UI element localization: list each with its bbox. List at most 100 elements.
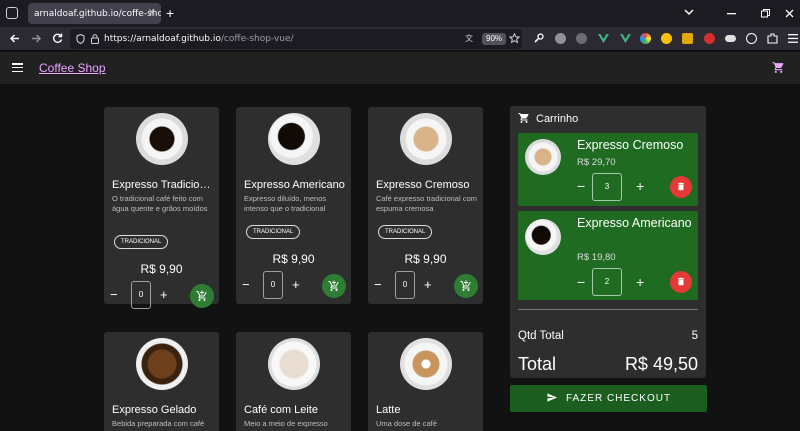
extension-icon-2[interactable]: [576, 33, 587, 44]
increase-button[interactable]: +: [636, 274, 644, 290]
total-quantity-value: 5: [691, 330, 698, 342]
coffee-cup-icon: [525, 219, 561, 255]
decrease-button[interactable]: −: [577, 274, 585, 290]
product-tag: TRADICIONAL: [378, 225, 433, 239]
cart-icon: [518, 113, 529, 123]
product-card: Latte Uma dose de café: [368, 332, 483, 431]
url-text: https://arnaldoaf.github.io/coffe-shop-v…: [104, 34, 294, 44]
menu-icon[interactable]: [788, 34, 798, 43]
lock-icon[interactable]: [91, 34, 99, 44]
translate-icon[interactable]: 文: [465, 33, 476, 44]
coffee-cup-icon: [400, 113, 452, 165]
coffee-cup-icon: [268, 113, 320, 165]
url-path: /coffe-shop-vue/: [220, 34, 294, 44]
extension-icon-7[interactable]: [725, 35, 736, 42]
product-desc: Expresso diluído, menos intenso que o tr…: [244, 194, 327, 213]
url-bar[interactable]: https://arnaldoaf.github.io/coffe-shop-v…: [70, 29, 522, 49]
quantity-input[interactable]: 0: [395, 271, 415, 299]
minimize-icon[interactable]: [727, 13, 736, 15]
decrease-button[interactable]: −: [374, 277, 382, 292]
cart-add-icon: [460, 280, 471, 291]
add-to-cart-button[interactable]: [322, 274, 346, 298]
vue-icon-1[interactable]: [598, 34, 609, 43]
tab-close-icon[interactable]: ×: [148, 7, 156, 18]
trash-icon: [678, 182, 684, 191]
tab-title: arnaldoaf.github.io/coffe-shop-vue/: [34, 9, 161, 19]
delete-button[interactable]: [670, 271, 692, 293]
app-title[interactable]: Coffee Shop: [39, 61, 106, 75]
increase-button[interactable]: +: [424, 277, 432, 292]
hamburger-icon[interactable]: [12, 63, 23, 73]
product-card: Café com Leite Meio a meio de expresso: [236, 332, 351, 431]
cart-title: Carrinho: [536, 113, 579, 125]
cart-item-price: R$ 19,80: [577, 252, 616, 263]
product-price: R$ 9,90: [404, 252, 447, 266]
product-name: Café com Leite: [244, 404, 318, 416]
cart-item-name: Expresso Cremoso: [577, 138, 684, 152]
extension-icon-6[interactable]: [704, 33, 715, 44]
account-icon[interactable]: [746, 33, 757, 44]
quantity-input[interactable]: 3: [592, 173, 622, 201]
product-desc: Café expresso tradicional com espuma cre…: [376, 194, 477, 213]
forward-icon[interactable]: [31, 33, 42, 44]
quantity-input[interactable]: 0: [263, 271, 283, 299]
add-to-cart-button[interactable]: [454, 274, 478, 298]
vue-icon-2[interactable]: [620, 34, 631, 43]
extensions-icon[interactable]: [767, 33, 778, 44]
coffee-cup-icon: [268, 338, 320, 390]
svg-text:文: 文: [465, 33, 473, 43]
decrease-button[interactable]: −: [242, 277, 250, 292]
cart-divider: [518, 309, 698, 310]
coffee-cup-icon: [136, 338, 188, 390]
cart-icon[interactable]: [772, 61, 785, 74]
product-card: Expresso Cremoso Café expresso tradicion…: [368, 107, 483, 304]
restore-icon[interactable]: [761, 9, 770, 18]
product-card: Expresso Gelado Bebida preparada com caf…: [104, 332, 219, 431]
extension-icon-1[interactable]: [555, 33, 566, 44]
increase-button[interactable]: +: [636, 178, 644, 194]
tab-list-icon[interactable]: [6, 7, 18, 19]
quantity-input[interactable]: 2: [592, 268, 622, 296]
extension-icon-5[interactable]: [682, 33, 693, 44]
back-icon[interactable]: [9, 33, 20, 44]
chevron-down-icon[interactable]: [684, 9, 694, 16]
send-icon: [547, 393, 557, 402]
app-bar: Coffee Shop: [0, 52, 800, 84]
cart-add-icon: [328, 280, 339, 291]
increase-button[interactable]: +: [292, 277, 300, 292]
browser-tabbar: arnaldoaf.github.io/coffe-shop-vue/ × +: [0, 0, 800, 27]
product-name: Expresso Americano: [244, 179, 345, 191]
product-card: Expresso Tradicional O tradicional café …: [104, 107, 219, 309]
browser-tab[interactable]: arnaldoaf.github.io/coffe-shop-vue/ ×: [28, 3, 161, 24]
decrease-button[interactable]: −: [577, 178, 585, 194]
trash-icon: [678, 277, 684, 286]
product-name: Latte: [376, 404, 401, 416]
zoom-indicator[interactable]: 90%: [482, 33, 507, 45]
star-icon[interactable]: [509, 33, 520, 44]
cart-item: Expresso Cremoso R$ 29,70 − 3 +: [518, 133, 698, 206]
product-card: Expresso Americano Expresso diluído, men…: [236, 107, 351, 304]
product-name: Expresso Gelado: [112, 404, 197, 416]
extension-icon-4[interactable]: [661, 33, 672, 44]
cart-item-price: R$ 29,70: [577, 157, 616, 168]
extension-icon-3[interactable]: [640, 33, 651, 44]
new-tab-button[interactable]: +: [166, 5, 174, 21]
product-price: R$ 9,90: [140, 262, 183, 276]
product-tag: TRADICIONAL: [246, 225, 301, 239]
checkout-button[interactable]: FAZER CHECKOUT: [510, 385, 707, 412]
coffee-cup-icon: [525, 139, 561, 175]
add-to-cart-button[interactable]: [190, 284, 214, 308]
url-host: https://arnaldoaf.github.io: [104, 34, 221, 44]
wrench-icon[interactable]: [533, 33, 544, 44]
delete-button[interactable]: [670, 176, 692, 198]
coffee-cup-icon: [136, 113, 188, 165]
close-window-icon[interactable]: [785, 9, 794, 18]
product-tag: TRADICIONAL: [114, 235, 169, 249]
product-name: Expresso Cremoso: [376, 179, 470, 191]
decrease-button[interactable]: −: [110, 287, 118, 302]
increase-button[interactable]: +: [160, 287, 168, 302]
reload-icon[interactable]: [52, 33, 63, 44]
quantity-input[interactable]: 0: [131, 281, 151, 309]
shield-icon[interactable]: [76, 34, 85, 44]
checkout-label: FAZER CHECKOUT: [565, 393, 672, 404]
